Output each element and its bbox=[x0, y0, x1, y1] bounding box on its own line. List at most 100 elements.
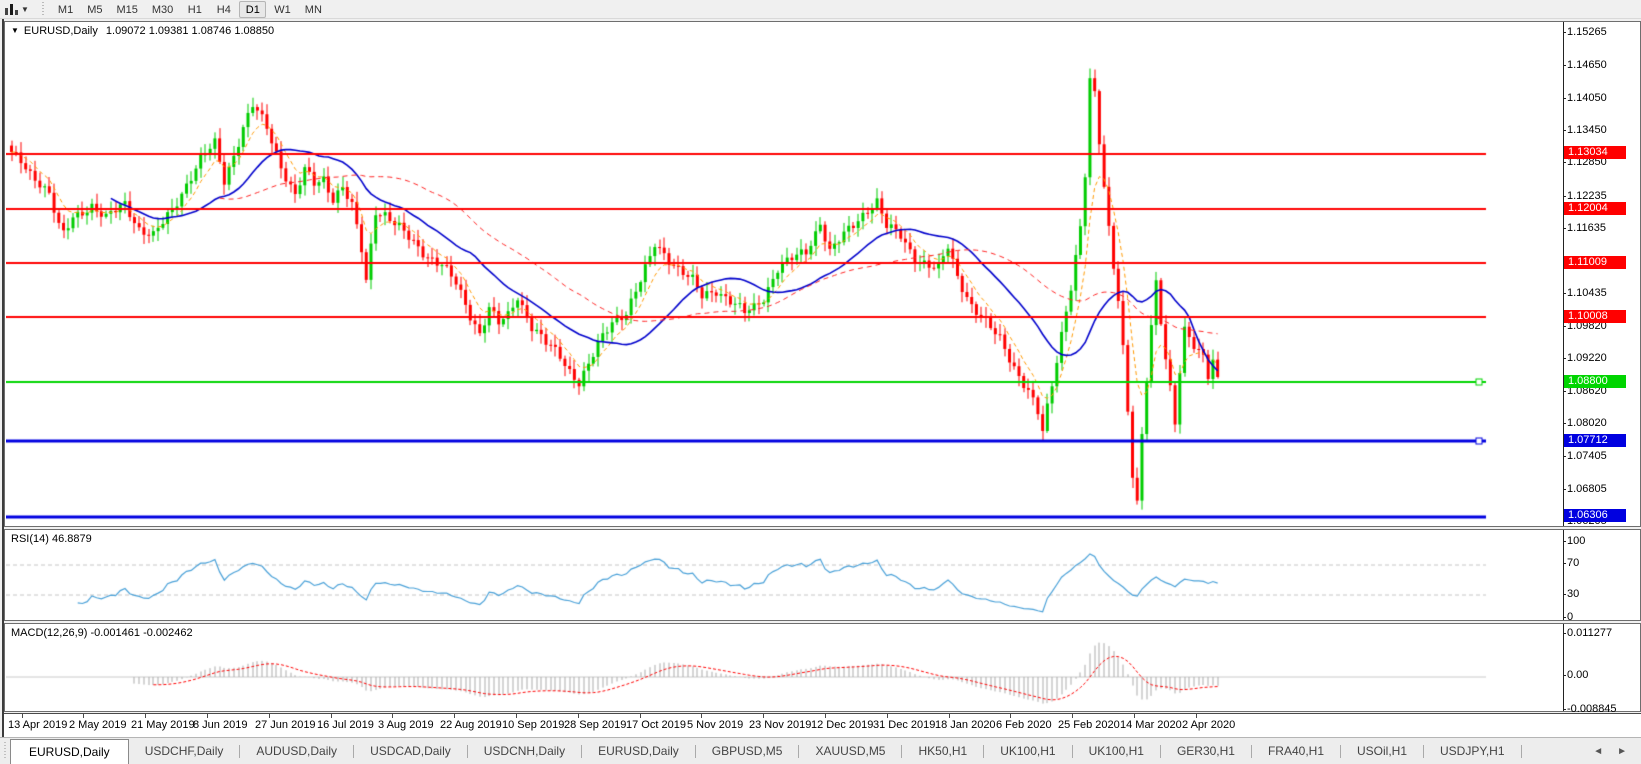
date-label: 25 Feb 2020 bbox=[1058, 719, 1120, 731]
chart-ohlc-values: 1.09072 1.09381 1.08746 1.08850 bbox=[106, 25, 274, 37]
macd-label: MACD(12,26,9) -0.001461 -0.002462 bbox=[11, 627, 193, 639]
chart-tab-0[interactable]: EURUSD,Daily bbox=[10, 739, 129, 764]
date-tick-mark bbox=[1072, 714, 1073, 718]
date-label: 23 Nov 2019 bbox=[749, 719, 811, 731]
macd-tick: 0.00 bbox=[1567, 669, 1588, 681]
title-dropdown-icon[interactable]: ▼ bbox=[11, 26, 19, 35]
level-price-badge: 1.08800 bbox=[1564, 375, 1626, 388]
date-label: 2 May 2019 bbox=[69, 719, 126, 731]
date-tick-mark bbox=[578, 714, 579, 718]
timeframe-button-m30[interactable]: M30 bbox=[146, 1, 179, 18]
main-chart-canvas[interactable] bbox=[6, 23, 1564, 527]
chart-tab-10[interactable]: UK100,H1 bbox=[1073, 738, 1160, 764]
price-tick: 1.12235 bbox=[1567, 190, 1607, 202]
toolbar-grip[interactable] bbox=[40, 2, 47, 17]
chart-tab-14[interactable]: USDJPY,H1 bbox=[1424, 738, 1520, 764]
price-tick: 1.15265 bbox=[1567, 26, 1607, 38]
toolbar: ▼ M1M5M15M30H1H4D1W1MN bbox=[0, 0, 1641, 19]
price-tick: 1.11635 bbox=[1567, 222, 1606, 234]
tabbar-grip bbox=[2, 742, 8, 760]
rsi-tick: 100 bbox=[1567, 535, 1585, 547]
date-label: 22 Aug 2019 bbox=[440, 719, 502, 731]
chart-tab-4[interactable]: USDCNH,Daily bbox=[468, 738, 581, 764]
chart-tab-7[interactable]: XAUUSD,M5 bbox=[799, 738, 901, 764]
chart-tab-6[interactable]: GBPUSD,M5 bbox=[696, 738, 799, 764]
date-label: 27 Jun 2019 bbox=[255, 719, 316, 731]
price-tick: 1.06805 bbox=[1567, 483, 1607, 495]
chart-tab-bar: EURUSD,DailyUSDCHF,DailyAUDUSD,DailyUSDC… bbox=[0, 737, 1641, 764]
price-tick: 1.08020 bbox=[1567, 417, 1607, 429]
chart-tab-3[interactable]: USDCAD,Daily bbox=[354, 738, 467, 764]
level-price-badge: 1.13034 bbox=[1564, 146, 1626, 159]
macd-canvas[interactable] bbox=[6, 625, 1564, 712]
date-label: 28 Sep 2019 bbox=[564, 719, 626, 731]
chart-tab-1[interactable]: USDCHF,Daily bbox=[129, 738, 240, 764]
price-tick: 1.07405 bbox=[1567, 450, 1607, 462]
bar-chart-icon bbox=[5, 4, 18, 15]
date-tick-mark bbox=[949, 714, 950, 718]
timeframe-button-d1[interactable]: D1 bbox=[239, 1, 266, 18]
date-label: 8 Jun 2019 bbox=[193, 719, 247, 731]
date-tick-mark bbox=[1010, 714, 1011, 718]
chart-title: ▼ EURUSD,Daily 1.09072 1.09381 1.08746 1.0… bbox=[11, 25, 274, 37]
price-tick: 1.10435 bbox=[1567, 287, 1607, 299]
date-tick-mark bbox=[887, 714, 888, 718]
macd-axis[interactable]: 0.0112770.00-0.008845 bbox=[1563, 624, 1640, 711]
level-price-badge: 1.06306 bbox=[1564, 509, 1626, 522]
rsi-tick: 70 bbox=[1567, 557, 1579, 569]
chart-tab-13[interactable]: USOil,H1 bbox=[1341, 738, 1423, 764]
rsi-axis[interactable]: 10070300 bbox=[1563, 530, 1640, 620]
chevron-down-icon: ▼ bbox=[21, 5, 29, 14]
chart-tab-9[interactable]: UK100,H1 bbox=[984, 738, 1071, 764]
rsi-panel: RSI(14) 46.8879 10070300 bbox=[4, 529, 1641, 621]
level-price-badge: 1.11009 bbox=[1564, 256, 1626, 269]
timeframe-button-m1[interactable]: M1 bbox=[52, 1, 79, 18]
date-tick-mark bbox=[763, 714, 764, 718]
timeframe-button-h1[interactable]: H1 bbox=[181, 1, 208, 18]
rsi-canvas[interactable] bbox=[6, 531, 1564, 621]
date-label: 3 Aug 2019 bbox=[378, 719, 434, 731]
price-axis[interactable]: 1.152651.146501.140501.134501.128501.122… bbox=[1563, 22, 1640, 526]
date-label: 18 Jan 2020 bbox=[935, 719, 996, 731]
date-tick-mark bbox=[516, 714, 517, 718]
level-price-badge: 1.07712 bbox=[1564, 434, 1626, 447]
chart-tab-11[interactable]: GER30,H1 bbox=[1161, 738, 1251, 764]
chart-tab-12[interactable]: FRA40,H1 bbox=[1252, 738, 1340, 764]
level-price-badge: 1.10008 bbox=[1564, 310, 1626, 323]
timeframe-button-w1[interactable]: W1 bbox=[268, 1, 297, 18]
chart-tab-2[interactable]: AUDUSD,Daily bbox=[240, 738, 353, 764]
date-label: 10 Sep 2019 bbox=[502, 719, 564, 731]
level-price-badge: 1.12004 bbox=[1564, 202, 1626, 215]
tab-nav: ◄ ► bbox=[1579, 738, 1641, 764]
date-label: 21 May 2019 bbox=[131, 719, 195, 731]
chart-tab-8[interactable]: HK50,H1 bbox=[902, 738, 983, 764]
date-label: 13 Apr 2019 bbox=[8, 719, 67, 731]
timeframe-button-m15[interactable]: M15 bbox=[110, 1, 143, 18]
price-tick: 1.13450 bbox=[1567, 124, 1607, 136]
date-tick-mark bbox=[640, 714, 641, 718]
rsi-tick: 0 bbox=[1567, 611, 1573, 623]
timeframe-button-h4[interactable]: H4 bbox=[210, 1, 237, 18]
tab-scroll-right-icon[interactable]: ► bbox=[1617, 746, 1627, 757]
date-axis[interactable]: 13 Apr 20192 May 2019 21 May 20198 Jun 20… bbox=[4, 713, 1641, 737]
tab-separator bbox=[1521, 745, 1522, 758]
date-tick-mark bbox=[701, 714, 702, 718]
timeframe-button-m5[interactable]: M5 bbox=[81, 1, 108, 18]
date-tick-mark bbox=[83, 714, 84, 718]
date-label: 5 Nov 2019 bbox=[687, 719, 743, 731]
chart-symbol-label: EURUSD,Daily bbox=[24, 25, 98, 37]
date-tick-mark bbox=[207, 714, 208, 718]
price-tick: 1.14650 bbox=[1567, 59, 1607, 71]
date-label: 14 Mar 2020 bbox=[1120, 719, 1182, 731]
macd-panel: MACD(12,26,9) -0.001461 -0.002462 0.0112… bbox=[4, 623, 1641, 712]
macd-tick: 0.011277 bbox=[1567, 627, 1612, 639]
date-label: 16 Jul 2019 bbox=[317, 719, 374, 731]
date-label: 12 Dec 2019 bbox=[811, 719, 873, 731]
chart-type-dropdown[interactable]: ▼ bbox=[0, 1, 34, 18]
date-tick-mark bbox=[145, 714, 146, 718]
timeframe-button-mn[interactable]: MN bbox=[299, 1, 328, 18]
tab-scroll-left-icon[interactable]: ◄ bbox=[1593, 746, 1603, 757]
chart-tab-5[interactable]: EURUSD,Daily bbox=[582, 738, 695, 764]
date-tick-mark bbox=[392, 714, 393, 718]
date-tick-mark bbox=[825, 714, 826, 718]
